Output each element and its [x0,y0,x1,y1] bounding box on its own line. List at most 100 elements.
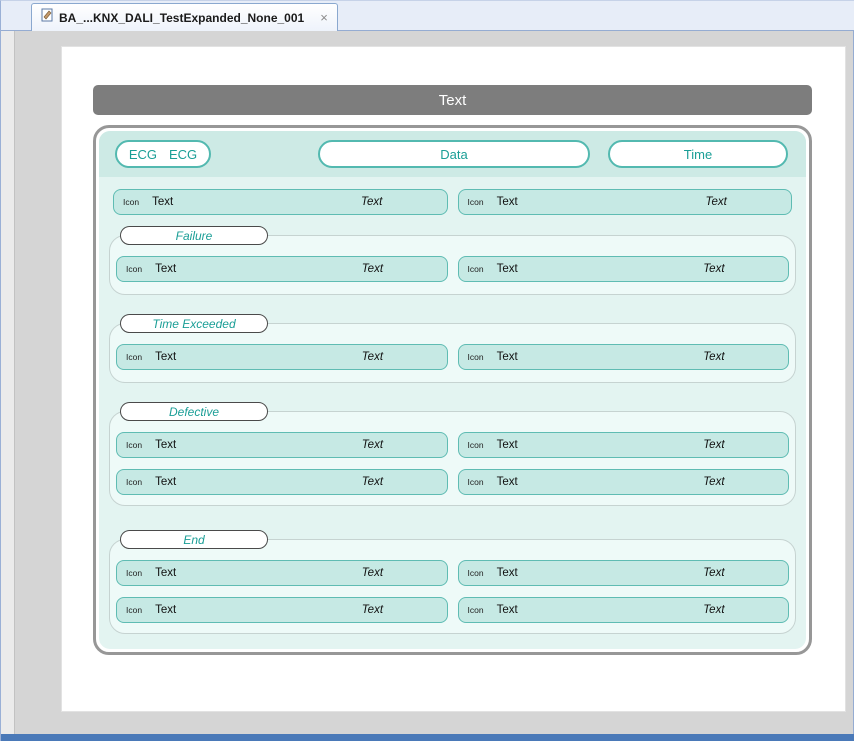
status-item[interactable]: Icon Text Text [458,256,790,282]
status-item[interactable]: Icon Text Text [458,597,790,623]
item-text: Text [497,604,518,616]
ecg-button[interactable]: ECG ECG [115,140,211,168]
section-label-failure[interactable]: Failure [120,226,268,245]
section-label-end[interactable]: End [120,530,268,549]
item-value: Text [640,476,788,488]
section-end: End Icon Text Text [109,539,796,634]
item-left: Icon Text [117,351,298,363]
ecg-label-left: ECG [129,147,157,162]
item-text: Text [152,196,173,208]
item-value: Text [640,263,788,275]
item-text: Text [497,196,518,208]
item-value: Text [640,351,788,363]
status-item[interactable]: Icon Text Text [458,344,790,370]
panel-content: Icon Text Text Icon Text [99,177,806,649]
item-text: Text [497,351,518,363]
item-icon-placeholder: Icon [468,264,484,274]
item-value: Text [298,604,446,616]
item-value: Text [640,567,788,579]
item-left: Icon Text [117,263,298,275]
item-left: Icon Text [459,351,640,363]
data-button[interactable]: Data [318,140,590,168]
status-item[interactable]: Icon Text Text [458,189,793,215]
section-defective: Defective Icon Text Text [109,411,796,506]
item-value: Text [641,196,791,208]
item-value: Text [298,476,446,488]
app-window: BA_...KNX_DALI_TestExpanded_None_001 × T… [0,0,854,741]
item-left: Icon Text [117,439,298,451]
item-icon-placeholder: Icon [468,605,484,615]
panel-header-strip: ECG ECG Data Time [99,131,806,177]
item-icon-placeholder: Icon [468,568,484,578]
dali-panel-inner: ECG ECG Data Time [99,131,806,649]
title-widget[interactable]: Text [93,85,812,115]
item-icon-placeholder: Icon [126,568,142,578]
item-value: Text [298,439,446,451]
item-text: Text [497,439,518,451]
item-icon-placeholder: Icon [126,352,142,362]
item-left: Icon Text [114,196,297,208]
section-label-time-exceeded[interactable]: Time Exceeded [120,314,268,333]
status-row: Icon Text Text Icon Text [107,189,798,215]
item-icon-placeholder: Icon [468,197,484,207]
document-tab[interactable]: BA_...KNX_DALI_TestExpanded_None_001 × [31,3,338,31]
item-left: Icon Text [459,439,640,451]
status-item[interactable]: Icon Text Text [116,432,448,458]
item-text: Text [155,351,176,363]
bottom-border-strip [1,734,854,741]
data-label: Data [440,147,467,162]
item-icon-placeholder: Icon [126,477,142,487]
item-value: Text [298,351,446,363]
time-label: Time [684,147,712,162]
status-item[interactable]: Icon Text Text [116,469,448,495]
designer-workspace: Text ECG ECG Data [1,31,854,734]
item-text: Text [155,476,176,488]
item-text: Text [497,263,518,275]
status-row: Icon Text Text Icon Text [114,256,791,282]
ecg-label-right: ECG [169,147,197,162]
tab-close-icon[interactable]: × [320,11,328,24]
item-text: Text [497,567,518,579]
tab-strip: BA_...KNX_DALI_TestExpanded_None_001 × [1,1,854,31]
status-item[interactable]: Icon Text Text [113,189,448,215]
item-text: Text [155,263,176,275]
status-item[interactable]: Icon Text Text [116,560,448,586]
dali-panel: ECG ECG Data Time [93,125,812,655]
item-icon-placeholder: Icon [468,477,484,487]
item-value: Text [298,263,446,275]
item-icon-placeholder: Icon [126,440,142,450]
status-item[interactable]: Icon Text Text [458,432,790,458]
item-value: Text [297,196,447,208]
section-label-defective[interactable]: Defective [120,402,268,421]
item-left: Icon Text [117,604,298,616]
section-failure: Failure Icon Text Text [109,235,796,295]
title-widget-label: Text [439,92,467,109]
item-left: Icon Text [117,476,298,488]
design-canvas: Text ECG ECG Data [15,31,853,734]
item-text: Text [155,567,176,579]
tab-title: BA_...KNX_DALI_TestExpanded_None_001 [59,11,304,25]
item-icon-placeholder: Icon [126,605,142,615]
status-row: Icon Text Text Icon Text [114,344,791,370]
status-item[interactable]: Icon Text Text [458,560,790,586]
time-button[interactable]: Time [608,140,788,168]
item-left: Icon Text [459,476,640,488]
item-value: Text [298,567,446,579]
status-item[interactable]: Icon Text Text [116,256,448,282]
document-edit-icon [41,8,53,27]
status-row: Icon Text Text Icon Text [114,469,791,495]
item-text: Text [497,476,518,488]
status-row: Icon Text Text Icon Text [114,597,791,623]
status-item[interactable]: Icon Text Text [116,597,448,623]
item-left: Icon Text [459,196,642,208]
status-item[interactable]: Icon Text Text [116,344,448,370]
item-left: Icon Text [459,604,640,616]
item-text: Text [155,439,176,451]
item-text: Text [155,604,176,616]
item-icon-placeholder: Icon [126,264,142,274]
item-value: Text [640,604,788,616]
item-left: Icon Text [459,263,640,275]
design-page: Text ECG ECG Data [62,47,845,711]
status-item[interactable]: Icon Text Text [458,469,790,495]
section-time-exceeded: Time Exceeded Icon Text Text [109,323,796,383]
